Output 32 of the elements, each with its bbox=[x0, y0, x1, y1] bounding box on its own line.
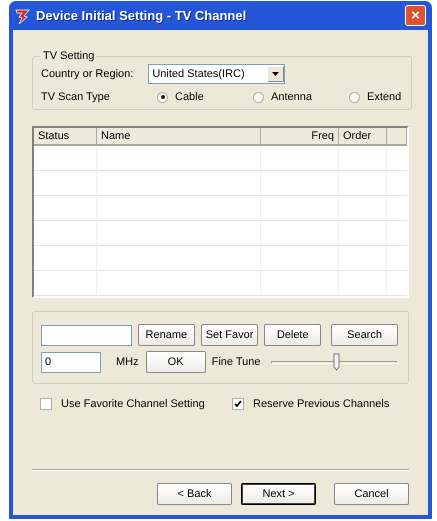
column-header[interactable]: Status bbox=[34, 128, 97, 144]
wizard-button[interactable]: Cancel bbox=[334, 483, 409, 505]
action-button[interactable]: Rename bbox=[138, 324, 195, 346]
ok-button[interactable]: OK bbox=[146, 351, 206, 373]
group-title: TV Setting bbox=[42, 50, 96, 62]
wizard-button[interactable]: < Back bbox=[157, 483, 232, 505]
country-label: Country or Region: bbox=[41, 68, 134, 80]
slider-thumb-icon[interactable] bbox=[332, 353, 340, 371]
scan-type-radio[interactable]: Antenna bbox=[253, 91, 349, 103]
frequency-field[interactable]: 0 bbox=[41, 352, 101, 372]
country-dropdown[interactable]: United States(IRC) bbox=[148, 64, 286, 84]
action-button[interactable]: Delete bbox=[264, 324, 322, 346]
column-header[interactable]: Name bbox=[97, 128, 261, 144]
scan-type-radio[interactable]: Extend bbox=[349, 91, 402, 103]
action-button[interactable]: Set Favor bbox=[200, 324, 258, 346]
close-button[interactable]: × bbox=[405, 5, 426, 26]
option-checkbox[interactable]: Reserve Previous Channels bbox=[232, 398, 390, 410]
check-icon bbox=[234, 400, 242, 408]
wizard-button[interactable]: Next > bbox=[241, 483, 316, 505]
unit-label: MHz bbox=[116, 356, 139, 368]
dropdown-arrow-icon bbox=[272, 72, 280, 76]
window-title: Device Initial Setting - TV Channel bbox=[36, 8, 248, 23]
scan-type-radio[interactable]: Cable bbox=[157, 91, 253, 103]
column-header[interactable]: Freq bbox=[261, 128, 339, 144]
scan-type-label: TV Scan Type bbox=[41, 91, 111, 103]
channel-name-field[interactable] bbox=[41, 324, 132, 346]
option-checkbox[interactable]: Use Favorite Channel Setting bbox=[40, 398, 232, 410]
fine-tune-label: Fine Tune bbox=[212, 356, 261, 368]
column-header[interactable]: Order bbox=[339, 128, 387, 144]
fine-tune-slider[interactable] bbox=[270, 351, 398, 373]
app-logo-icon bbox=[15, 8, 31, 24]
action-button[interactable]: Search bbox=[331, 324, 398, 346]
